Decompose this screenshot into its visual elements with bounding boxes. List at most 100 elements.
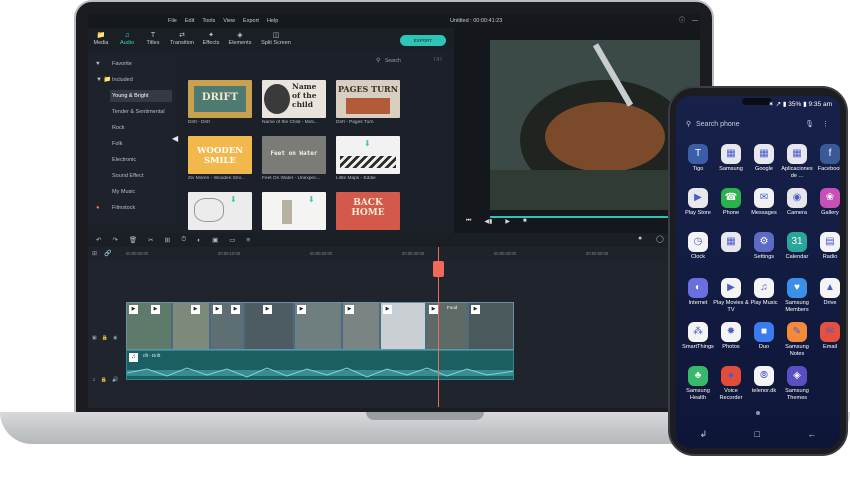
app-drive[interactable]: ▲ Drive [812, 278, 840, 328]
sidebar-item-electronic[interactable]: Electronic [110, 154, 190, 166]
app-telenor-dk[interactable]: ⦾ telenor.dk [746, 366, 782, 416]
sidebar-item-my-music[interactable]: My Music [110, 186, 190, 198]
sidebar-item-tender[interactable]: Tender & Sentimental [110, 106, 190, 118]
lock-icon[interactable]: 🔒 [102, 335, 108, 341]
cut-icon[interactable]: ✂ [148, 236, 153, 244]
menu-file[interactable]: File [168, 18, 177, 24]
color-icon[interactable]: ◐ [197, 237, 201, 244]
sidebar-item-young-bright[interactable]: Young & Bright [110, 90, 172, 102]
app-gallery[interactable]: ❀ Gallery [812, 188, 840, 238]
app-samsung-members[interactable]: ♥ Samsung Members [779, 278, 815, 328]
thumb-feet-on-water[interactable]: Feet on Water [262, 136, 326, 174]
sidebar-item-rock[interactable]: Rock [110, 122, 190, 134]
speed-icon[interactable]: ⏱ [181, 236, 186, 244]
menu-help[interactable]: Help [267, 18, 278, 24]
app-play-movies-tv[interactable]: ▶ Play Movies & TV [713, 278, 749, 328]
app-samsung-notes[interactable]: ✎ Samsung Notes [779, 322, 815, 372]
sidebar-item-sound-effect[interactable]: Sound Effect [110, 170, 190, 182]
add-track-icon[interactable]: ⊞ [92, 250, 97, 257]
play-icon[interactable]: ▶ [505, 218, 510, 228]
recents-icon[interactable]: ↲ [700, 424, 708, 444]
thumb-sketch[interactable]: ⬇ [188, 192, 252, 230]
thumb-bottle[interactable]: ⬇ [262, 192, 326, 230]
app-aplicaciones-de[interactable]: ▦ Aplicaciones de ... [779, 144, 815, 194]
menu-edit[interactable]: Edit [185, 18, 194, 24]
sidebar-item-favorite[interactable]: ♥ Favorite [94, 58, 174, 70]
tab-transition[interactable]: ⇄ Transition [166, 28, 198, 50]
phone-search-bar[interactable]: ⚲ Search phone 🎙 ⋮ [682, 117, 834, 133]
app-samsung-health[interactable]: ♣ Samsung Health [680, 366, 716, 416]
stop-icon[interactable]: ■ [523, 218, 527, 228]
tab-audio[interactable]: ♫ Audio [114, 28, 140, 50]
video-clip-strip[interactable]: ▶ ▶ ▶ ▶ ▶ ▶ ▶ ▶ ▶ ▶ ▶ Food [126, 302, 514, 350]
menu-tools[interactable]: Tools [202, 18, 215, 24]
crop-icon[interactable]: ⊞ [165, 236, 170, 244]
tab-titles[interactable]: T Titles [140, 28, 166, 50]
app-camera[interactable]: ◉ Camera [779, 188, 815, 238]
app-play-music[interactable]: ♫ Play Music [746, 278, 782, 328]
link-icon[interactable]: 🔗 [104, 250, 111, 257]
app-play-store[interactable]: ▶ Play Store [680, 188, 716, 238]
app-voice-recorder[interactable]: ● Voice Recorder [713, 366, 749, 416]
shield-icon[interactable]: ◯ [656, 235, 664, 243]
app-clock[interactable]: ◷ Clock [680, 232, 716, 282]
render-icon[interactable]: ● [638, 235, 642, 242]
playhead-handle[interactable] [433, 261, 444, 277]
tab-effects[interactable]: ✦ Effects [198, 28, 224, 50]
app-messages[interactable]: ✉ Messages [746, 188, 782, 238]
back-icon[interactable]: ← [807, 424, 816, 444]
mask-icon[interactable]: ▣ [212, 236, 218, 244]
info-icon[interactable]: ⓘ [678, 17, 686, 25]
app-smartthings[interactable]: ⁂ SmartThings [680, 322, 716, 372]
minimize-icon[interactable]: — [691, 17, 699, 25]
app-internet[interactable]: ◐ Internet [680, 278, 716, 328]
app-tigo[interactable]: T Tigo [680, 144, 716, 194]
sidebar-item-included[interactable]: ▼ 📁 Included [94, 74, 174, 86]
split-icon[interactable]: ▭ [229, 236, 235, 244]
tab-media[interactable]: 📁 Media [88, 28, 114, 50]
sidebar-item-filmstock[interactable]: ● Filmstock [94, 202, 174, 214]
app-phone[interactable]: ☎ Phone [713, 188, 749, 238]
step-back-icon[interactable]: ◀▮ [484, 218, 492, 228]
app-calendar[interactable]: 31 Calendar [779, 232, 815, 282]
lock-icon[interactable]: 🔒 [101, 377, 107, 383]
app-samsung-themes[interactable]: ◈ Samsung Themes [779, 366, 815, 416]
mic-icon[interactable]: 🎙 [805, 117, 814, 133]
thumb-name-of-child[interactable]: Name of the child [262, 80, 326, 118]
delete-icon[interactable]: 🗑 [129, 236, 137, 244]
tab-split-screen[interactable]: ◫ Split Screen [256, 28, 296, 50]
app-duo[interactable]: ■ Duo [746, 322, 782, 372]
search-input[interactable]: Search [375, 56, 425, 66]
speaker-icon[interactable]: 🔊 [112, 377, 118, 383]
app-email[interactable]: ✉ Email [812, 322, 840, 372]
grid-view-icon[interactable]: ∷∷ [434, 56, 442, 63]
thumb-back-home[interactable]: BACK HOME [336, 192, 400, 230]
menu-view[interactable]: View [223, 18, 235, 24]
home-icon[interactable]: □ [755, 424, 760, 444]
internet-icon: ◐ [688, 278, 708, 298]
thumb-pages-turn[interactable]: PAGES TURN [336, 80, 400, 118]
thumb-drift[interactable]: DRIFT [188, 80, 252, 118]
export-button[interactable]: EXPORT [400, 35, 446, 46]
collapse-sidebar-icon[interactable]: ◀ [172, 134, 178, 143]
audio-mixer-icon[interactable]: ≡ [246, 237, 250, 244]
app-facebook[interactable]: f Facebook [812, 144, 840, 194]
prev-frame-icon[interactable]: ⏮ [466, 218, 471, 228]
app-google[interactable]: ▦ Google [746, 144, 782, 194]
app-radio[interactable]: ▤ Radio [812, 232, 840, 282]
timeline-ruler[interactable]: ⊞ 🔗 00:00:00:00 00:00:10:00 00:00:20:00 … [88, 247, 700, 261]
more-options-icon[interactable]: ⋮ [822, 117, 829, 133]
undo-icon[interactable]: ↶ [96, 236, 101, 244]
audio-clip[interactable]: ♫ rift - Drift [126, 350, 514, 380]
tab-elements[interactable]: ◈ Elements [224, 28, 256, 50]
thumb-wooden-smile[interactable]: WOODEN SMILE [188, 136, 252, 174]
app-settings[interactable]: ⚙ Settings [746, 232, 782, 282]
app-photos[interactable]: ✸ Photos [713, 322, 749, 372]
app-folder[interactable]: ▦ [713, 232, 749, 282]
eye-icon[interactable]: ◉ [113, 335, 117, 341]
menu-export[interactable]: Export [243, 18, 259, 24]
thumb-little-maps[interactable]: ⬇ [336, 136, 400, 174]
app-samsung[interactable]: ▦ Samsung [713, 144, 749, 194]
redo-icon[interactable]: ↷ [112, 236, 117, 244]
app-label: Samsung [719, 166, 743, 172]
